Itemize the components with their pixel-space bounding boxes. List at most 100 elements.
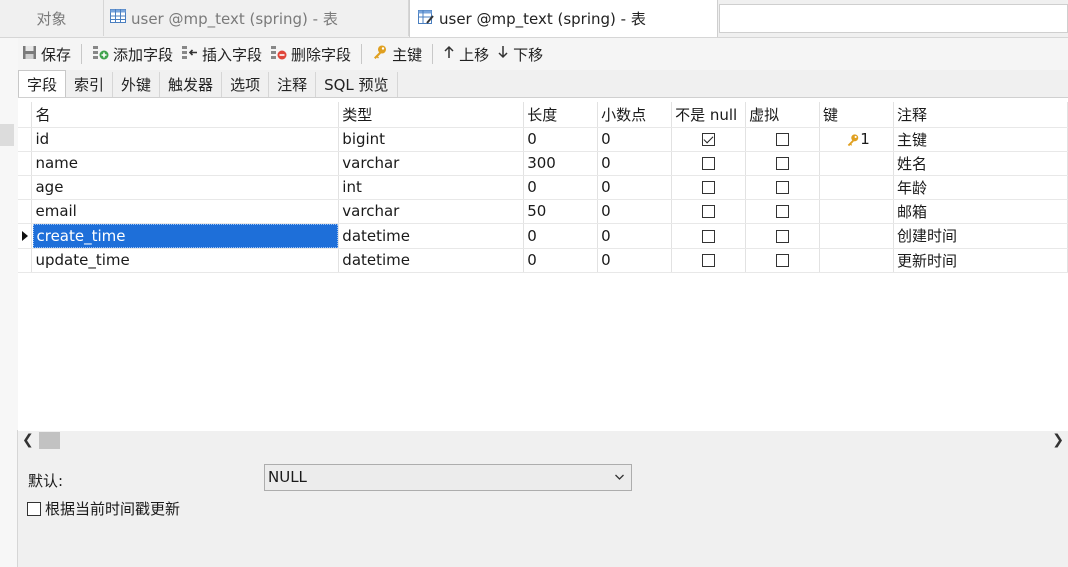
table-row-selected[interactable]: create_time datetime 0 0 创建时间 [18,223,1068,249]
cell-virtual [745,151,821,176]
cell-type[interactable]: bigint [338,127,525,152]
fields-grid: 名 类型 长度 小数点 不是 null 虚拟 键 注释 id bigint 0 … [18,98,1068,431]
virtual-checkbox[interactable] [776,254,790,267]
subtab-foreign-keys[interactable]: 外键 [113,72,161,97]
cell-name[interactable]: id [31,127,340,152]
update-on-current-timestamp-checkbox[interactable] [27,501,41,516]
subtab-comment[interactable]: 注释 [269,72,317,97]
cell-comment[interactable]: 年龄 [893,175,1068,200]
cell-comment[interactable]: 创建时间 [893,223,1068,249]
cell-comment[interactable]: 姓名 [893,151,1068,176]
subtab-sql-preview[interactable]: SQL 预览 [316,72,398,97]
cell-length[interactable]: 0 [523,175,599,200]
virtual-checkbox[interactable] [776,205,790,218]
cell-key[interactable] [819,223,894,249]
column-header-type[interactable]: 类型 [338,102,525,128]
cell-decimals[interactable]: 0 [597,248,673,273]
cell-comment[interactable]: 邮箱 [893,199,1068,224]
subtab-indexes[interactable]: 索引 [66,72,114,97]
not-null-checkbox[interactable] [702,254,716,267]
cell-type[interactable]: varchar [338,199,525,224]
cell-decimals[interactable]: 0 [597,175,673,200]
save-button[interactable]: 保存 [18,40,75,68]
table-row[interactable]: name varchar 300 0 姓名 [18,151,1068,176]
cell-name[interactable]: email [31,199,340,224]
not-null-checkbox[interactable] [702,205,716,218]
insert-field-button[interactable]: 插入字段 [177,40,266,68]
update-on-current-timestamp-option[interactable]: 根据当前时间戳更新 [27,498,180,519]
column-header-comment[interactable]: 注释 [893,102,1068,128]
table-edit-icon [418,9,434,28]
cell-name[interactable]: name [31,151,340,176]
column-header-not-null[interactable]: 不是 null [671,102,747,128]
virtual-checkbox[interactable] [776,229,790,243]
cell-type[interactable]: int [338,175,525,200]
virtual-checkbox[interactable] [776,133,790,146]
column-header-key[interactable]: 键 [819,102,894,128]
cell-length[interactable]: 300 [523,151,599,176]
cell-name[interactable]: age [31,175,340,200]
column-header-length[interactable]: 长度 [523,102,599,128]
cell-decimals[interactable]: 0 [597,127,673,152]
horizontal-scrollbar[interactable]: ❮ ❯ [18,431,1068,450]
table-row[interactable]: update_time datetime 0 0 更新时间 [18,248,1068,273]
cell-name-selected[interactable]: create_time [33,223,338,247]
cell-length[interactable]: 0 [523,248,599,273]
designer-subtabs: 字段 索引 外键 触发器 选项 注释 SQL 预览 [18,70,1068,98]
cell-name[interactable]: update_time [31,248,340,273]
cell-comment[interactable]: 主键 [893,127,1068,152]
cell-decimals[interactable]: 0 [597,151,673,176]
subtab-options[interactable]: 选项 [222,72,270,97]
cell-type[interactable]: datetime [338,223,525,249]
insert-field-icon [181,45,198,64]
tab-table-design-1[interactable]: user @mp_text (spring) - 表 [104,0,409,36]
not-null-checkbox[interactable] [702,157,716,170]
subtab-triggers[interactable]: 触发器 [160,72,223,97]
cell-decimals[interactable]: 0 [597,199,673,224]
move-up-button[interactable]: 上移 [439,40,493,68]
tab-objects[interactable]: 对象 [0,0,104,36]
not-null-checkbox[interactable] [702,133,716,146]
table-row[interactable]: age int 0 0 年龄 [18,175,1068,200]
primary-key-button[interactable]: 主键 [368,40,426,68]
column-header-virtual[interactable]: 虚拟 [745,102,821,128]
cell-length[interactable]: 0 [523,223,599,249]
cell-type[interactable]: datetime [338,248,525,273]
cell-virtual [745,127,821,152]
cell-key[interactable]: 1 [819,127,894,152]
tab-table-design-2[interactable]: user @mp_text (spring) - 表 [409,0,718,37]
column-header-name[interactable]: 名 [31,102,340,128]
add-field-label: 添加字段 [113,45,174,64]
cell-comment[interactable]: 更新时间 [893,248,1068,273]
cell-key[interactable] [819,175,894,200]
table-row[interactable]: email varchar 50 0 邮箱 [18,199,1068,224]
key-order: 1 [860,130,870,148]
scroll-left-icon[interactable]: ❮ [22,432,34,448]
cell-type[interactable]: varchar [338,151,525,176]
default-value-select[interactable]: NULL [264,464,632,491]
scroll-right-icon[interactable]: ❯ [1052,432,1064,448]
cell-virtual [745,175,821,200]
virtual-checkbox[interactable] [776,181,790,194]
subtab-fields[interactable]: 字段 [18,70,67,97]
cell-key[interactable] [819,199,894,224]
cell-name[interactable]: create_time [31,223,340,249]
field-properties-panel: 默认: NULL 根据当前时间戳更新 [18,450,1068,567]
not-null-checkbox[interactable] [702,229,716,243]
delete-field-button[interactable]: 删除字段 [266,40,355,68]
move-down-button[interactable]: 下移 [493,40,547,68]
cell-length[interactable]: 0 [523,127,599,152]
cell-key[interactable] [819,248,894,273]
cell-length[interactable]: 50 [523,199,599,224]
virtual-checkbox[interactable] [776,157,790,170]
column-header-decimals[interactable]: 小数点 [597,102,673,128]
not-null-checkbox[interactable] [702,181,716,194]
add-field-button[interactable]: 添加字段 [88,40,177,68]
cell-key[interactable] [819,151,894,176]
row-indicator [18,223,33,249]
table-icon [110,9,126,27]
scrollbar-thumb[interactable] [39,432,60,449]
table-row[interactable]: id bigint 0 0 1 主键 [18,127,1068,152]
document-tab-bar: 对象 user @mp_text (spring) - 表 user @mp_t… [0,0,1068,38]
cell-decimals[interactable]: 0 [597,223,673,249]
